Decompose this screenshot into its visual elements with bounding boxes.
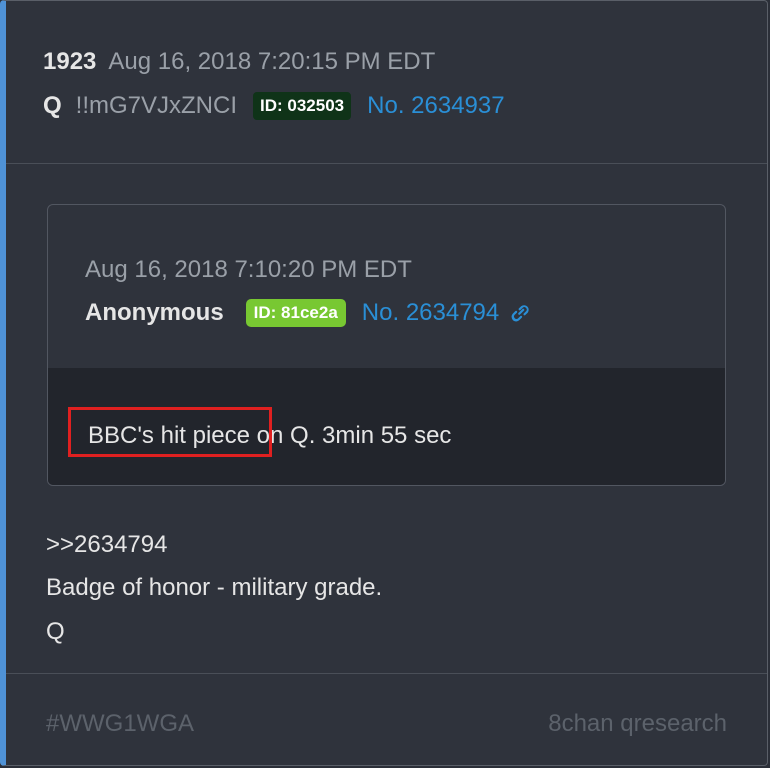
quoted-post-id-badge: ID: 81ce2a xyxy=(245,299,346,327)
post-source: 8chan qresearch xyxy=(548,710,727,737)
post-author: Q xyxy=(43,92,62,119)
post-date: Aug 16, 2018 7:20:15 PM EDT xyxy=(108,48,436,75)
post-id-badge: ID: 032503 xyxy=(253,92,352,120)
post-footer: #WWG1WGA 8chan qresearch xyxy=(6,673,767,765)
post-number: 1923 xyxy=(43,48,97,75)
post-number-link[interactable]: No. 2634937 xyxy=(367,92,504,120)
chain-link-icon[interactable] xyxy=(507,300,533,326)
post-author-row: Q !!mG7VJxZNCI ID: 032503 No. 2634937 xyxy=(43,92,505,120)
quoted-post-author: Anonymous xyxy=(85,299,224,326)
quoted-post-number-link[interactable]: No. 2634794 xyxy=(362,299,499,327)
post-header: 1923 Aug 16, 2018 7:20:15 PM EDT Q !!mG7V… xyxy=(6,1,767,164)
quoted-post-date: Aug 16, 2018 7:10:20 PM EDT xyxy=(85,256,412,283)
post-tripcode: !!mG7VJxZNCI xyxy=(75,92,238,119)
red-highlight-box xyxy=(68,407,272,457)
hashtag: #WWG1WGA xyxy=(46,710,194,737)
post-signature: Q xyxy=(46,618,65,645)
post-meta-row: 1923 Aug 16, 2018 7:20:15 PM EDT xyxy=(43,48,435,76)
quoted-post: Aug 16, 2018 7:10:20 PM EDT Anonymous ID… xyxy=(47,204,726,486)
quoted-post-author-row: Anonymous ID: 81ce2a No. 2634794 xyxy=(85,299,533,327)
reply-reference[interactable]: >>2634794 xyxy=(46,531,167,559)
post-message: Badge of honor - military grade. xyxy=(46,574,383,601)
quoted-post-body: BBC's hit piece on Q. 3min 55 sec xyxy=(48,368,725,485)
q-post-card: 1923 Aug 16, 2018 7:20:15 PM EDT Q !!mG7V… xyxy=(0,0,768,766)
quoted-post-header: Aug 16, 2018 7:10:20 PM EDT Anonymous ID… xyxy=(48,205,725,369)
